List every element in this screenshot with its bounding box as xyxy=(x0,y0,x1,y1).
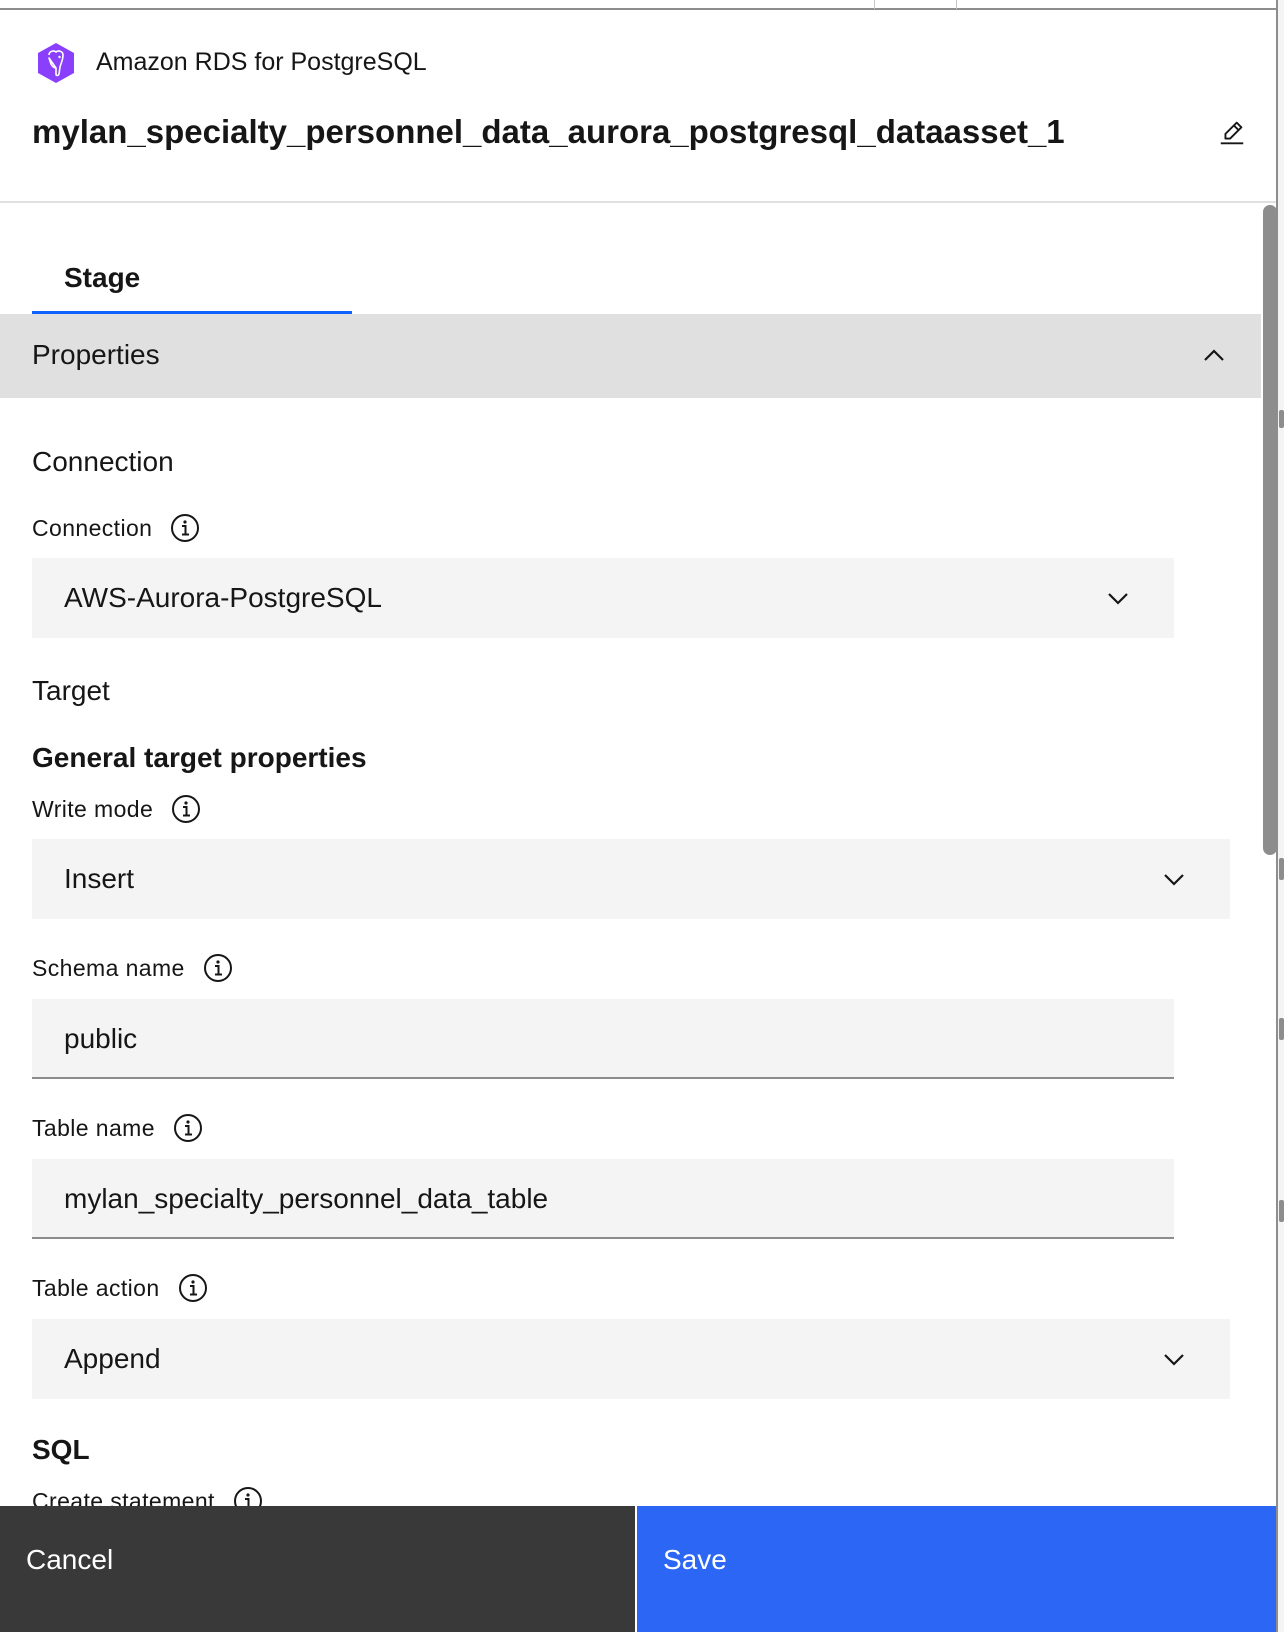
cancel-button-label: Cancel xyxy=(26,1544,114,1575)
info-icon[interactable] xyxy=(203,953,233,983)
table-action-select[interactable]: Append xyxy=(32,1319,1230,1399)
connection-type-label: Amazon RDS for PostgreSQL xyxy=(96,48,427,76)
field-label-text: Table name xyxy=(32,1115,155,1141)
chevron-down-icon xyxy=(1108,593,1128,605)
tab-label: Stage xyxy=(64,262,141,293)
background-mark xyxy=(1279,858,1284,880)
info-icon[interactable] xyxy=(173,1113,203,1143)
table-name-field-label: Table name xyxy=(32,1113,203,1143)
tab-stage[interactable]: Stage xyxy=(32,250,352,314)
info-icon[interactable] xyxy=(170,513,200,543)
select-value: Insert xyxy=(64,863,135,894)
write-mode-select[interactable]: Insert xyxy=(32,839,1230,919)
properties-side-panel: Amazon RDS for PostgreSQL mylan_specialt… xyxy=(0,0,1278,1632)
properties-accordion-header[interactable]: Properties xyxy=(0,314,1261,398)
schema-name-input[interactable]: public xyxy=(32,999,1174,1079)
select-value: Append xyxy=(64,1343,161,1374)
chevron-down-icon xyxy=(1164,874,1184,886)
field-label-text: Table action xyxy=(32,1275,160,1301)
field-label-text: Write mode xyxy=(32,796,154,822)
table-action-field-label: Table action xyxy=(32,1273,208,1303)
table-name-input[interactable]: mylan_specialty_personnel_data_table xyxy=(32,1159,1174,1239)
chevron-up-icon xyxy=(1204,349,1224,361)
field-label-text: Schema name xyxy=(32,955,185,981)
stage: Amazon RDS for PostgreSQL mylan_specialt… xyxy=(0,0,1284,1632)
background-mark xyxy=(1279,1018,1284,1040)
input-value: mylan_specialty_personnel_data_table xyxy=(64,1183,549,1214)
info-icon[interactable] xyxy=(178,1273,208,1303)
schema-name-field-label: Schema name xyxy=(32,953,233,983)
input-value: public xyxy=(64,1023,138,1054)
scrollbar-thumb[interactable] xyxy=(1263,205,1276,855)
connection-field-label: Connection xyxy=(32,513,200,543)
background-mark xyxy=(1279,1200,1284,1222)
accordion-title: Properties xyxy=(32,339,160,370)
edit-title-button[interactable] xyxy=(1214,114,1250,150)
write-mode-field-label: Write mode xyxy=(32,794,201,824)
panel-footer: Cancel Save xyxy=(0,1506,1276,1632)
target-section-heading: Target xyxy=(32,675,110,706)
pencil-icon xyxy=(1220,121,1244,145)
save-button-label: Save xyxy=(663,1544,727,1575)
background-mark xyxy=(1279,410,1284,428)
panel-header: Amazon RDS for PostgreSQL mylan_specialt… xyxy=(0,10,1276,203)
background-app-edge xyxy=(1278,0,1284,1632)
field-label-text: Connection xyxy=(32,515,153,541)
general-target-properties-heading: General target properties xyxy=(32,742,367,773)
connection-section-heading: Connection xyxy=(32,446,174,477)
asset-title: mylan_specialty_personnel_data_aurora_po… xyxy=(32,113,1065,150)
sql-heading: SQL xyxy=(32,1434,90,1465)
top-divider xyxy=(956,0,957,9)
select-value: AWS-Aurora-PostgreSQL xyxy=(64,582,382,613)
chevron-down-icon xyxy=(1164,1354,1184,1366)
info-icon[interactable] xyxy=(171,794,201,824)
postgresql-elephant-icon xyxy=(34,41,78,85)
save-button[interactable]: Save xyxy=(637,1506,1276,1632)
cancel-button[interactable]: Cancel xyxy=(0,1506,637,1632)
connection-select[interactable]: AWS-Aurora-PostgreSQL xyxy=(32,558,1174,638)
top-divider xyxy=(874,0,875,9)
